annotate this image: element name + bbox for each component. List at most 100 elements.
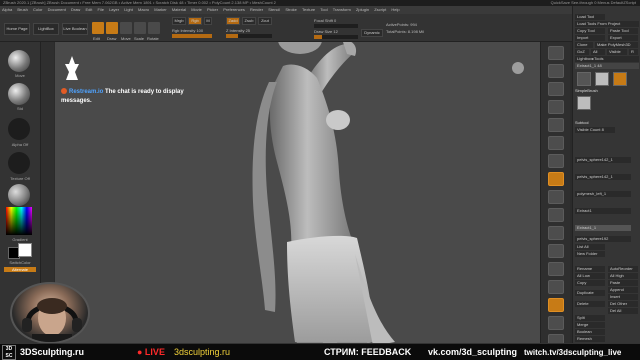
m-button[interactable]: M: [204, 17, 212, 25]
matcap-thumbnail[interactable]: [8, 184, 30, 206]
del-all-button[interactable]: Del All: [608, 308, 638, 314]
alternate-button[interactable]: Alternate: [4, 267, 36, 272]
auto-reorder-button[interactable]: AutoReorder: [608, 266, 638, 272]
menu-item-stencil[interactable]: Stencil: [268, 7, 280, 12]
canvas-viewport[interactable]: Restream.io The chat is ready to display…: [55, 42, 540, 360]
menu-item-transform[interactable]: Transform: [333, 7, 351, 12]
load-tool-button[interactable]: Load Tool: [575, 14, 605, 20]
import-button[interactable]: Import: [575, 35, 605, 41]
menu-item-preferences[interactable]: Preferences: [223, 7, 245, 12]
menu-item-texture[interactable]: Texture: [302, 7, 315, 12]
menu-item-zscript[interactable]: Zscript: [374, 7, 386, 12]
texture-thumbnail[interactable]: [8, 152, 30, 174]
menu-item-material[interactable]: Material: [172, 7, 186, 12]
polyf-icon[interactable]: [548, 298, 564, 312]
menu-item-macro[interactable]: Macro: [138, 7, 149, 12]
paste-button[interactable]: Paste: [608, 280, 638, 286]
make-polymesh-button[interactable]: Make PolyMesh3D: [595, 42, 638, 48]
merge-button[interactable]: Merge: [575, 322, 605, 328]
standard-brush-thumbnail[interactable]: [8, 83, 30, 105]
menu-item-brush[interactable]: Brush: [17, 7, 27, 12]
remesh-button[interactable]: Remesh: [575, 336, 605, 342]
local-icon[interactable]: [548, 190, 564, 204]
edit-button[interactable]: [92, 22, 104, 34]
switch-color-label[interactable]: SwitchColor: [4, 260, 36, 265]
scroll-icon[interactable]: [548, 82, 564, 96]
move-brush-thumbnail[interactable]: [8, 50, 30, 72]
transp-icon[interactable]: [548, 316, 564, 330]
menu-item-picker[interactable]: Picker: [207, 7, 218, 12]
menu-item-tool[interactable]: Tool: [320, 7, 327, 12]
tool-thumb-polymesh[interactable]: [613, 72, 627, 86]
menu-item-stroke[interactable]: Stroke: [285, 7, 297, 12]
menu-item-zplugin[interactable]: Zplugin: [356, 7, 369, 12]
zadd-button[interactable]: Zadd: [226, 17, 240, 25]
subtool-item-3[interactable]: polymesh_left_1: [575, 191, 631, 197]
color-picker[interactable]: [6, 207, 32, 235]
live-boolean-button[interactable]: Live Boolean: [62, 23, 88, 35]
bpr-icon[interactable]: [548, 46, 564, 60]
persp-icon[interactable]: [548, 154, 564, 168]
delete-button[interactable]: Delete: [575, 301, 605, 307]
floor-icon[interactable]: [548, 172, 564, 186]
home-page-button[interactable]: Home Page: [4, 23, 30, 35]
xyz-icon[interactable]: [548, 208, 564, 222]
copy-tool-button[interactable]: Copy Tool: [575, 28, 605, 34]
focal-shift-slider[interactable]: [314, 24, 358, 28]
copy-button[interactable]: Copy: [575, 280, 605, 286]
rotate-button[interactable]: [148, 22, 160, 34]
move-button[interactable]: [120, 22, 132, 34]
visible-button[interactable]: Visible: [607, 49, 627, 55]
menu-item-alpha[interactable]: Alpha: [2, 7, 12, 12]
scale-button[interactable]: [134, 22, 146, 34]
primary-color-swatch[interactable]: [18, 243, 32, 257]
duplicate-button[interactable]: Duplicate: [575, 290, 605, 296]
aahalf-icon[interactable]: [548, 136, 564, 150]
menu-item-help[interactable]: Help: [391, 7, 399, 12]
visible-count-slider[interactable]: Visible Count 8: [575, 127, 615, 133]
export-button[interactable]: Export: [608, 35, 638, 41]
frame-icon[interactable]: [548, 226, 564, 240]
split-button[interactable]: Split: [575, 315, 605, 321]
subtool-item-2[interactable]: pelvis_sphere142_1: [575, 174, 631, 180]
menu-item-marker[interactable]: Marker: [154, 7, 166, 12]
all-low-button[interactable]: All Low: [575, 273, 605, 279]
del-other-button[interactable]: Del Other: [608, 301, 638, 307]
subtool-item-1[interactable]: pelvis_sphere142_1: [575, 157, 631, 163]
zoom-icon[interactable]: [548, 100, 564, 114]
zoom3d-icon[interactable]: [548, 262, 564, 276]
tool-thumb-simplebrush[interactable]: [577, 72, 591, 86]
menu-item-color[interactable]: Color: [33, 7, 43, 12]
subtool-item-4[interactable]: Extract1: [575, 208, 631, 214]
lightbox-button[interactable]: LightBox: [33, 23, 59, 35]
actual-icon[interactable]: [548, 118, 564, 132]
menu-item-file[interactable]: File: [97, 7, 103, 12]
clone-button[interactable]: Clone: [575, 42, 593, 48]
paste-tool-button[interactable]: Paste Tool: [608, 28, 638, 34]
dynamic-button[interactable]: Dynamic: [361, 29, 383, 37]
zcut-button[interactable]: Zcut: [258, 17, 272, 25]
rename-button[interactable]: Rename: [575, 266, 605, 272]
all-button[interactable]: All: [591, 49, 605, 55]
goz-button[interactable]: GoZ: [575, 49, 589, 55]
draw-button[interactable]: [106, 22, 118, 34]
menu-item-document[interactable]: Document: [48, 7, 66, 12]
r-button[interactable]: R: [629, 49, 638, 55]
boolean-button[interactable]: Boolean: [575, 329, 605, 335]
subtool-header[interactable]: Subtool: [575, 120, 639, 126]
lightbox-tools-button[interactable]: Lightbox▸Tools: [575, 56, 639, 62]
subtool-item-5[interactable]: Extract1_1: [575, 225, 631, 231]
new-folder-button[interactable]: New Folder: [575, 251, 605, 257]
menu-item-edit[interactable]: Edit: [85, 7, 92, 12]
all-high-button[interactable]: All High: [608, 273, 638, 279]
list-all-button[interactable]: List All: [575, 244, 605, 250]
append-button[interactable]: Append: [608, 287, 638, 293]
tool-thumb-extract-1[interactable]: [595, 72, 609, 86]
rgb-button[interactable]: Rgb: [188, 17, 202, 25]
menu-item-draw[interactable]: Draw: [71, 7, 80, 12]
menu-item-layer[interactable]: Layer: [109, 7, 119, 12]
subtool-item-6[interactable]: pelvis_sphere192: [575, 236, 631, 242]
mrgb-button[interactable]: Mrgb: [172, 17, 186, 25]
stroke-thumbnail[interactable]: [8, 118, 30, 140]
move-view-icon[interactable]: [548, 244, 564, 258]
